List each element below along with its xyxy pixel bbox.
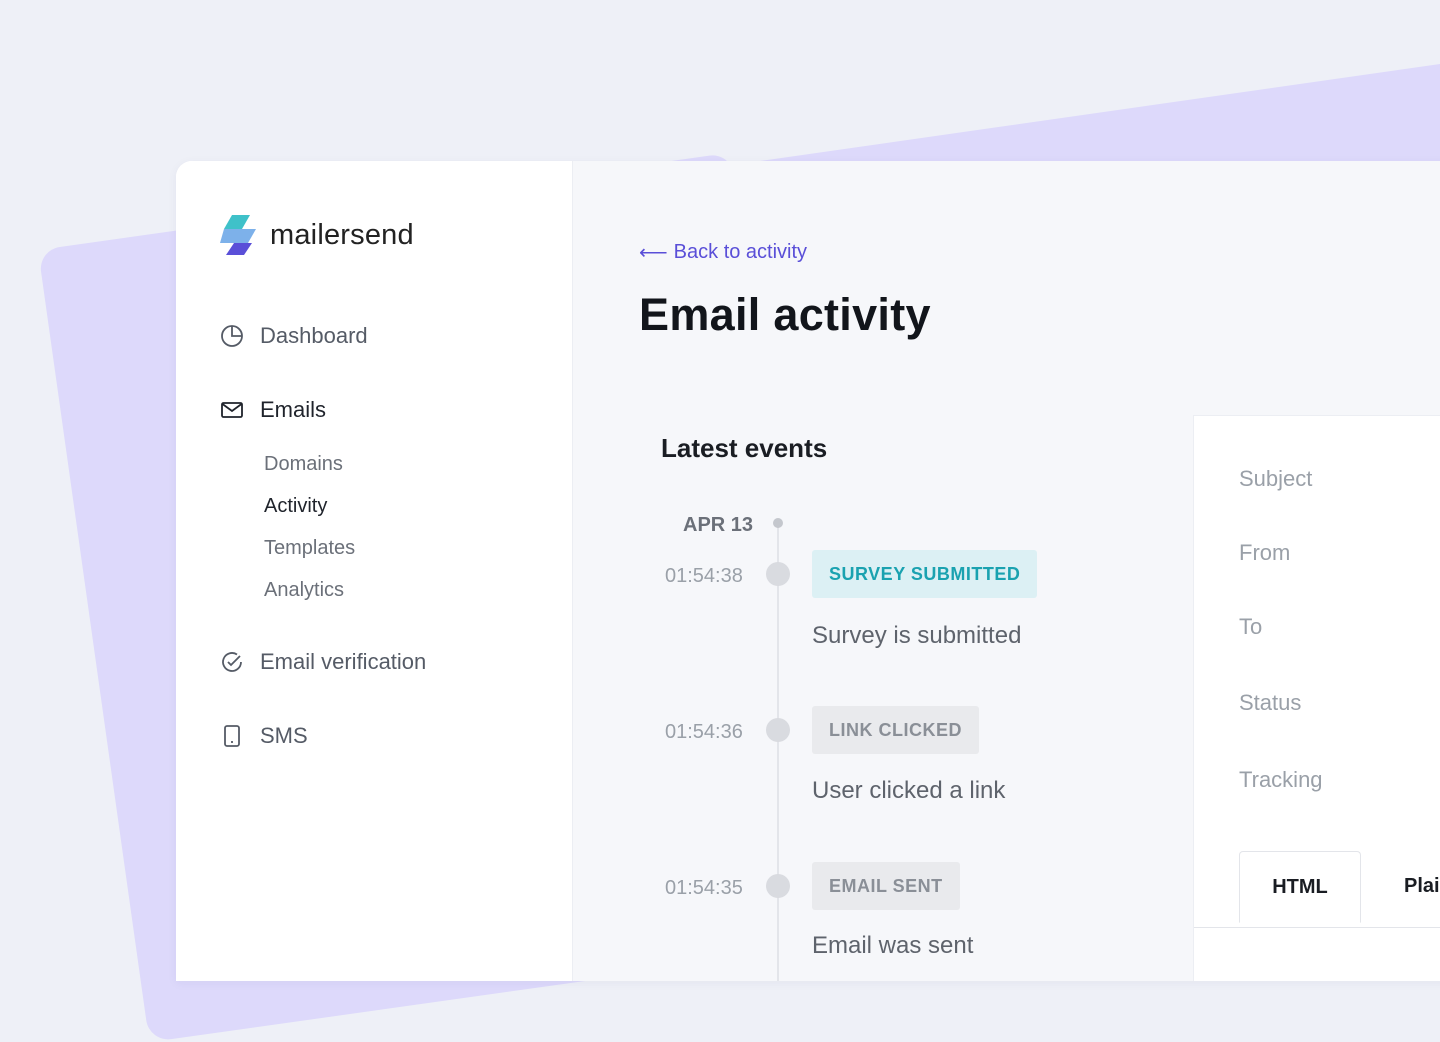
sidebar-subitem-domains[interactable]: Domains (264, 453, 343, 476)
tab-html[interactable]: HTML (1239, 851, 1361, 923)
timeline-date: APR 13 (683, 514, 754, 536)
event-time: 01:54:38 (665, 565, 743, 587)
pie-chart-icon (220, 324, 244, 348)
app-window: mailersend Dashboard Emails Domains Acti… (176, 161, 1440, 981)
check-circle-icon (220, 650, 244, 674)
sidebar: mailersend Dashboard Emails Domains Acti… (176, 161, 573, 981)
event-description: Survey is submitted (812, 622, 1022, 649)
detail-label-from: From (1239, 540, 1291, 565)
event-badge-email-sent: EMAIL SENT (812, 862, 960, 910)
tab-plain-text[interactable]: Plai (1404, 851, 1440, 921)
envelope-icon (220, 398, 244, 422)
brand-logo[interactable]: mailersend (220, 215, 414, 255)
sidebar-item-sms[interactable]: SMS (220, 723, 308, 749)
event-badge-survey-submitted: SURVEY SUBMITTED (812, 550, 1038, 598)
sidebar-item-label: Email verification (260, 649, 427, 674)
event-time: 01:54:35 (665, 877, 743, 899)
detail-label-status: Status (1239, 690, 1302, 715)
content-tabs: HTML Plai (1194, 851, 1440, 928)
sidebar-subitem-activity[interactable]: Activity (264, 495, 327, 518)
sidebar-subitem-analytics[interactable]: Analytics (264, 579, 344, 602)
detail-label-subject: Subject (1239, 466, 1313, 491)
event-description: User clicked a link (812, 777, 1006, 804)
sidebar-item-emails[interactable]: Emails (220, 397, 326, 423)
latest-events-heading: Latest events (661, 433, 828, 463)
sidebar-item-label: Emails (260, 397, 327, 422)
phone-icon (220, 724, 244, 748)
back-to-activity-link[interactable]: ⟵ Back to activity (639, 240, 807, 265)
sidebar-item-label: Dashboard (260, 323, 368, 348)
timeline-dot (766, 718, 790, 742)
timeline-line (777, 525, 779, 981)
detail-label-tracking: Tracking (1239, 767, 1323, 792)
back-link-label: Back to activity (673, 241, 808, 263)
mailersend-logo-icon (220, 215, 256, 255)
sidebar-item-dashboard[interactable]: Dashboard (220, 323, 368, 349)
main-content: ⟵ Back to activity Email activity Latest… (573, 161, 1440, 981)
detail-label-to: To (1239, 614, 1263, 639)
page-title: Email activity (639, 289, 931, 340)
event-time: 01:54:36 (665, 721, 743, 743)
sidebar-item-email-verification[interactable]: Email verification (220, 649, 426, 675)
sidebar-item-label: SMS (260, 723, 308, 748)
timeline-date-dot (773, 518, 783, 528)
brand-name: mailersend (270, 218, 414, 251)
timeline-dot (766, 874, 790, 898)
event-description: Email was sent (812, 932, 974, 959)
arrow-left-icon: ⟵ (639, 242, 668, 264)
sidebar-subitem-templates[interactable]: Templates (264, 537, 355, 560)
email-details-panel: Subject From To Status Tracking HTML Pla… (1193, 415, 1440, 981)
event-badge-link-clicked: LINK CLICKED (812, 706, 979, 754)
timeline-dot (766, 562, 790, 586)
